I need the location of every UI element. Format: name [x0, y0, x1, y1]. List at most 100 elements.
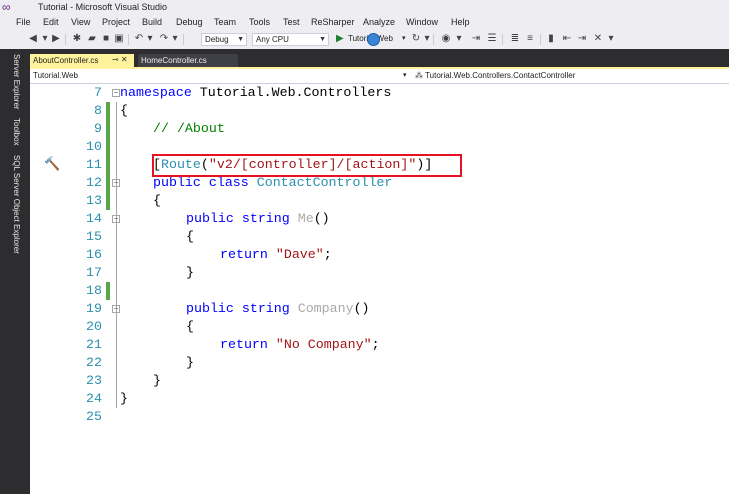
line-number: 15: [86, 229, 102, 244]
menu-build[interactable]: Build: [142, 17, 162, 27]
changed-line-marker: [106, 120, 110, 138]
toolbox-tab[interactable]: Toolbox: [12, 118, 21, 146]
visual-studio-logo-icon: ∞: [2, 0, 11, 14]
keyword: return: [220, 247, 268, 262]
code-text: public string Company(): [186, 300, 370, 318]
code-text: }: [186, 265, 194, 280]
tab-label: AboutController.cs: [33, 56, 99, 65]
new-project-icon[interactable]: ✱: [71, 33, 83, 45]
line-number: 23: [86, 373, 102, 388]
save-icon[interactable]: ■: [100, 33, 112, 45]
changed-line-marker: [106, 282, 110, 300]
forward-icon[interactable]: ▶: [50, 33, 62, 45]
collapse-toggle[interactable]: −: [112, 215, 120, 223]
code-text: // /About: [153, 120, 225, 138]
code-text: return "Dave";: [220, 246, 332, 264]
configuration-value: Debug: [205, 35, 229, 44]
toolbar-overflow-icon[interactable]: ▾: [605, 33, 617, 45]
redo-dropdown-icon[interactable]: ▾: [169, 33, 181, 45]
line-number: 10: [86, 139, 102, 154]
code-line-20: 20 {: [30, 318, 729, 336]
code-line-25: 25: [30, 408, 729, 426]
sql-server-object-explorer-tab[interactable]: SQL Server Object Explorer: [12, 155, 21, 254]
line-number: 7: [94, 85, 102, 100]
tab-label: HomeController.cs: [141, 56, 207, 65]
dropdown-arrow-icon[interactable]: ▾: [453, 33, 465, 45]
type-dropdown[interactable]: ⁂ Tutorial.Web.Controllers.ContactContro…: [415, 71, 575, 80]
menu-help[interactable]: Help: [451, 17, 470, 27]
line-number: 25: [86, 409, 102, 424]
line-number: 24: [86, 391, 102, 406]
code-text: {: [186, 319, 194, 334]
solution-platform-select[interactable]: Any CPU ▼: [252, 33, 329, 46]
chevron-down-icon[interactable]: ▾: [403, 71, 407, 79]
code-line-17: 17 }: [30, 264, 729, 282]
project-dropdown[interactable]: Tutorial.Web: [33, 71, 78, 80]
line-number: 22: [86, 355, 102, 370]
paren: (): [313, 211, 330, 226]
pin-and-close-icons[interactable]: ⊸ ✕: [112, 55, 128, 64]
menu-view[interactable]: View: [71, 17, 90, 27]
line-number: 11: [86, 157, 102, 172]
browser-link-icon[interactable]: ◉: [440, 33, 452, 45]
refresh-dropdown-icon[interactable]: ▾: [421, 33, 433, 45]
tab-about-controller[interactable]: AboutController.cs ⊸ ✕: [30, 54, 134, 68]
undo-dropdown-icon[interactable]: ▾: [144, 33, 156, 45]
menu-file[interactable]: File: [16, 17, 31, 27]
server-explorer-tab[interactable]: Server Explorer: [12, 54, 21, 110]
code-line-16: 16 return "Dave";: [30, 246, 729, 264]
menu-debug[interactable]: Debug: [176, 17, 203, 27]
outline-icon[interactable]: ☰: [486, 33, 498, 45]
platform-value: Any CPU: [256, 35, 289, 44]
document-tabs: AboutController.cs ⊸ ✕ HomeController.cs: [30, 49, 729, 68]
collapse-toggle[interactable]: −: [112, 179, 120, 187]
tool-window-strip: [0, 49, 30, 494]
tab-home-controller[interactable]: HomeController.cs: [138, 54, 238, 68]
class-name: ContactController: [248, 175, 393, 190]
menu-team[interactable]: Team: [214, 17, 236, 27]
menu-analyze[interactable]: Analyze: [363, 17, 395, 27]
code-text: public string Me(): [186, 210, 330, 228]
code-text: }: [120, 391, 128, 406]
back-icon[interactable]: ◀: [27, 33, 39, 45]
menu-window[interactable]: Window: [406, 17, 438, 27]
collapse-toggle[interactable]: −: [112, 305, 120, 313]
keyword: public class: [153, 175, 249, 190]
changed-line-marker: [106, 192, 110, 210]
play-icon: ▶: [336, 33, 344, 44]
keyword: namespace: [120, 85, 192, 100]
paren: (): [353, 301, 370, 316]
line-number: 14: [86, 211, 102, 226]
mouse-cursor-icon: [367, 33, 380, 46]
code-line-24: 24 }: [30, 390, 729, 408]
comment-icon[interactable]: ≣: [509, 33, 521, 45]
menu-test[interactable]: Test: [283, 17, 300, 27]
code-line-9: 9 // /About: [30, 120, 729, 138]
clear-bookmarks-icon[interactable]: ✕: [592, 33, 604, 45]
prev-bookmark-icon[interactable]: ⇤: [561, 33, 573, 45]
code-text: }: [186, 355, 194, 370]
code-editor[interactable]: 🔨 7 − namespace Tutorial.Web.Controllers…: [30, 84, 729, 494]
next-bookmark-icon[interactable]: ⇥: [576, 33, 588, 45]
comment: // /About: [153, 121, 225, 136]
code-text: }: [153, 373, 161, 388]
toolbar-separator: [65, 34, 66, 45]
menu-resharper[interactable]: ReSharper: [311, 17, 355, 27]
code-line-23: 23 }: [30, 372, 729, 390]
string-literal: "Dave": [267, 247, 324, 262]
bookmark-icon[interactable]: ▮: [545, 33, 557, 45]
menu-edit[interactable]: Edit: [43, 17, 59, 27]
code-text: {: [186, 229, 194, 244]
step-icon[interactable]: ⇥: [470, 33, 482, 45]
code-line-18: 18: [30, 282, 729, 300]
menu-tools[interactable]: Tools: [249, 17, 270, 27]
toolbar-separator: [540, 34, 541, 45]
uncomment-icon[interactable]: ≡: [524, 33, 536, 45]
open-file-icon[interactable]: ▰: [86, 33, 98, 45]
menu-project[interactable]: Project: [102, 17, 130, 27]
collapse-toggle[interactable]: −: [112, 89, 120, 97]
solution-configuration-select[interactable]: Debug ▼: [201, 33, 247, 46]
line-number: 19: [86, 301, 102, 316]
line-number: 12: [86, 175, 102, 190]
save-all-icon[interactable]: ▣: [113, 33, 125, 45]
